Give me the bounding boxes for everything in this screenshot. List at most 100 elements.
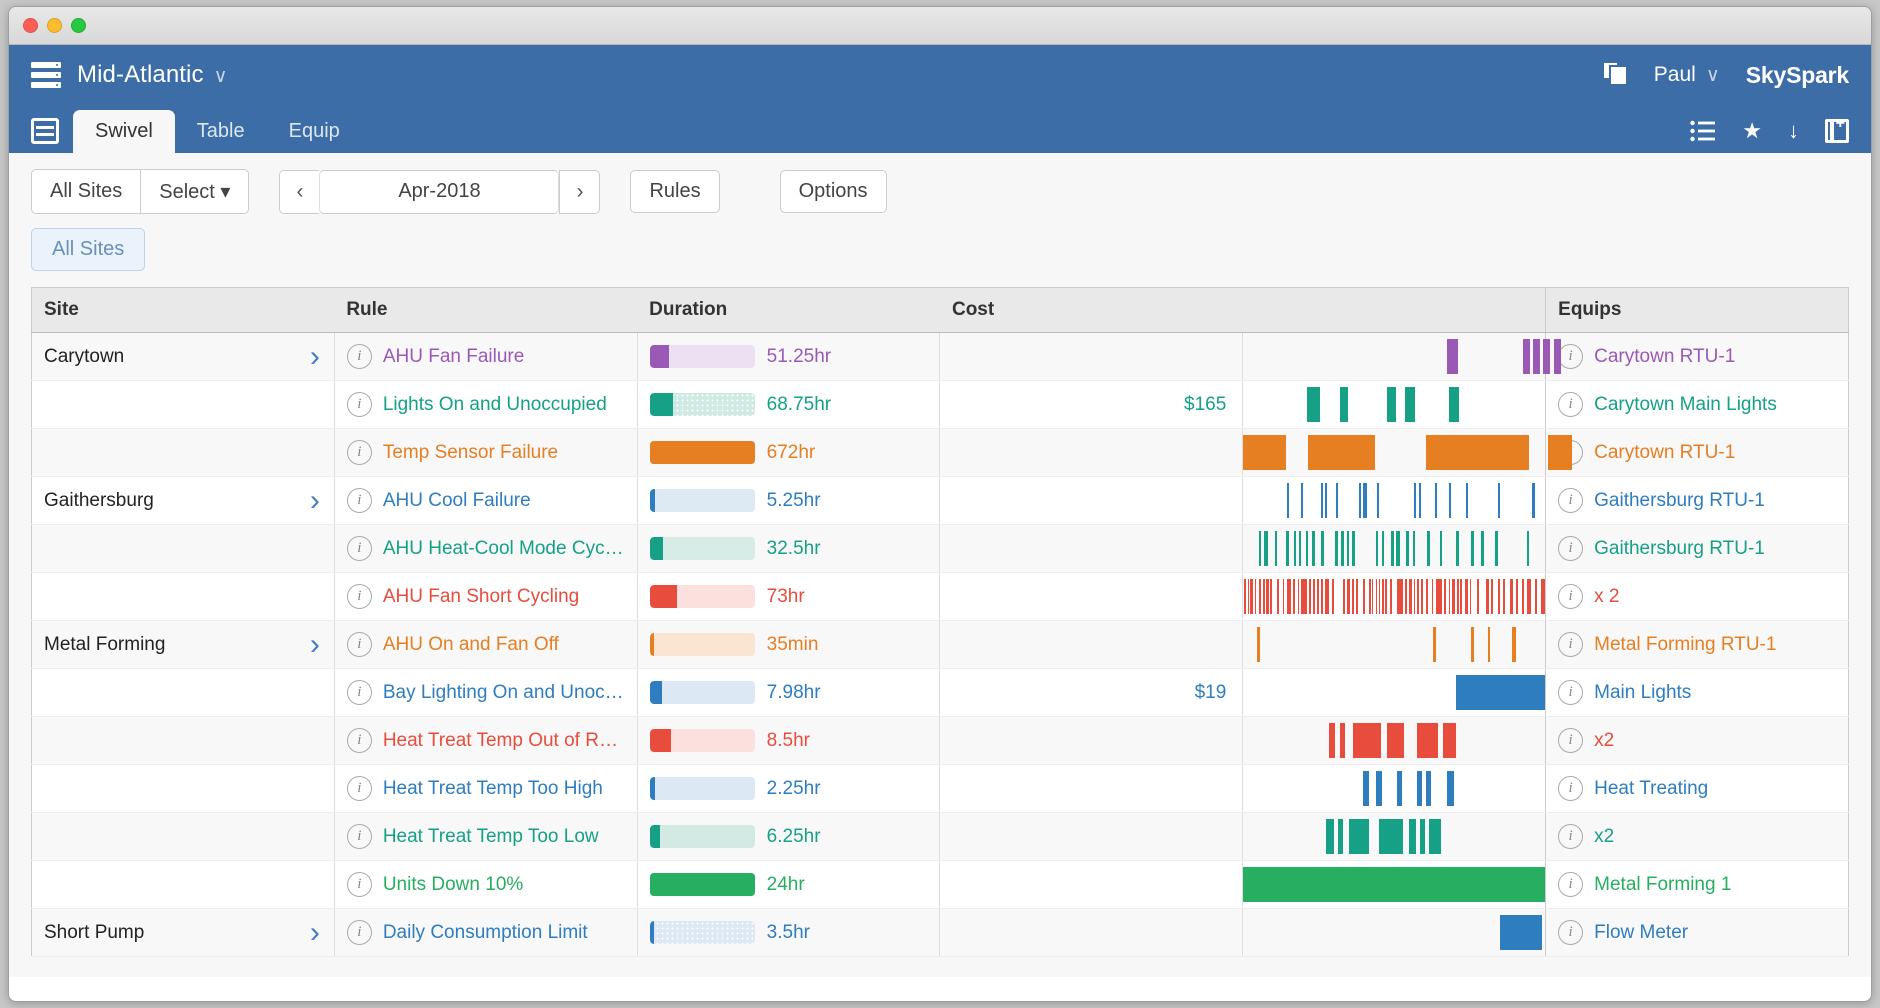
rule-link[interactable]: Units Down 10% <box>383 874 523 896</box>
info-icon[interactable]: i <box>1558 776 1583 801</box>
info-icon[interactable]: i <box>347 776 372 801</box>
info-icon[interactable]: i <box>347 392 372 417</box>
info-icon[interactable]: i <box>347 680 372 705</box>
rule-link[interactable]: Heat Treat Temp Out of Range <box>383 730 625 752</box>
timeline-mark <box>1420 819 1425 854</box>
equip-link[interactable]: x2 <box>1594 826 1614 848</box>
select-dropdown-button[interactable]: Select ▾ <box>140 169 249 214</box>
info-icon[interactable]: i <box>1558 920 1583 945</box>
info-icon[interactable]: i <box>347 824 372 849</box>
equip-link[interactable]: x2 <box>1594 730 1614 752</box>
info-icon[interactable]: i <box>1558 872 1583 897</box>
grid-view-icon[interactable] <box>31 118 59 144</box>
equip-link[interactable]: Carytown RTU-1 <box>1594 346 1735 368</box>
info-icon[interactable]: i <box>1558 344 1583 369</box>
info-icon[interactable]: i <box>347 872 372 897</box>
cell-timeline[interactable] <box>1243 909 1546 957</box>
info-icon[interactable]: i <box>347 488 372 513</box>
cell-timeline[interactable] <box>1243 621 1546 669</box>
equip-link[interactable]: x 2 <box>1594 586 1619 608</box>
rule-link[interactable]: AHU Heat-Cool Mode Cycling <box>383 538 625 560</box>
site-selector[interactable]: Mid-Atlantic∨ <box>77 61 228 89</box>
equip-link[interactable]: Gaithersburg RTU-1 <box>1594 490 1765 512</box>
star-icon[interactable]: ★ <box>1742 120 1762 142</box>
rule-link[interactable]: AHU Fan Short Cycling <box>383 586 579 608</box>
cell-site: Short Pump› <box>32 909 335 957</box>
tab-table[interactable]: Table <box>175 110 267 153</box>
equip-link[interactable]: Main Lights <box>1594 682 1691 704</box>
equip-link[interactable]: Gaithersburg RTU-1 <box>1594 538 1765 560</box>
column-header-equips[interactable]: Equips <box>1546 288 1849 333</box>
filter-chip-all-sites[interactable]: All Sites <box>31 228 145 271</box>
info-icon[interactable]: i <box>1558 392 1583 417</box>
next-period-button[interactable]: › <box>559 170 600 214</box>
equip-link[interactable]: Carytown Main Lights <box>1594 394 1777 416</box>
cell-timeline[interactable] <box>1243 669 1546 717</box>
column-header-duration[interactable]: Duration <box>637 288 940 333</box>
cell-timeline[interactable] <box>1243 573 1546 621</box>
info-icon[interactable]: i <box>347 920 372 945</box>
rule-link[interactable]: Heat Treat Temp Too Low <box>383 826 599 848</box>
cell-timeline[interactable] <box>1243 813 1546 861</box>
user-menu[interactable]: Paul∨ <box>1654 63 1720 87</box>
info-icon[interactable]: i <box>1558 680 1583 705</box>
rule-link[interactable]: AHU On and Fan Off <box>383 634 559 656</box>
cell-cost <box>940 813 1243 861</box>
rule-link[interactable]: AHU Cool Failure <box>383 490 531 512</box>
info-icon[interactable]: i <box>347 632 372 657</box>
cell-timeline[interactable] <box>1243 765 1546 813</box>
chevron-right-icon[interactable]: › <box>310 484 320 518</box>
info-icon[interactable]: i <box>347 584 372 609</box>
cell-timeline[interactable] <box>1243 477 1546 525</box>
info-icon[interactable]: i <box>1558 824 1583 849</box>
window-close-button[interactable] <box>23 18 38 33</box>
cell-timeline[interactable] <box>1243 861 1546 909</box>
window-minimize-button[interactable] <box>47 18 62 33</box>
chevron-right-icon[interactable]: › <box>310 340 320 374</box>
all-sites-button[interactable]: All Sites <box>31 169 140 214</box>
info-icon[interactable]: i <box>1558 728 1583 753</box>
cell-timeline[interactable] <box>1243 717 1546 765</box>
tab-equip[interactable]: Equip <box>267 110 362 153</box>
previous-period-button[interactable]: ‹ <box>279 170 319 214</box>
info-icon[interactable]: i <box>1558 584 1583 609</box>
download-icon[interactable]: ↓ <box>1788 120 1799 142</box>
chevron-right-icon[interactable]: › <box>310 628 320 662</box>
rule-link[interactable]: Lights On and Unoccupied <box>383 394 607 416</box>
cell-timeline[interactable] <box>1243 525 1546 573</box>
chevron-right-icon[interactable]: › <box>310 916 320 950</box>
equip-link[interactable]: Metal Forming 1 <box>1594 874 1731 896</box>
cell-timeline[interactable] <box>1243 381 1546 429</box>
rule-link[interactable]: AHU Fan Failure <box>383 346 525 368</box>
info-icon[interactable]: i <box>1558 632 1583 657</box>
equip-link[interactable]: Carytown RTU-1 <box>1594 442 1735 464</box>
cell-timeline[interactable] <box>1243 333 1546 381</box>
equip-link[interactable]: Metal Forming RTU-1 <box>1594 634 1776 656</box>
new-window-icon[interactable] <box>1825 119 1849 143</box>
rules-button[interactable]: Rules <box>630 170 719 213</box>
rule-link[interactable]: Daily Consumption Limit <box>383 922 588 944</box>
window-zoom-button[interactable] <box>71 18 86 33</box>
tab-swivel[interactable]: Swivel <box>73 110 175 153</box>
info-icon[interactable]: i <box>347 728 372 753</box>
cell-timeline[interactable] <box>1243 429 1546 477</box>
info-icon[interactable]: i <box>347 344 372 369</box>
copy-icon[interactable] <box>1604 63 1628 87</box>
column-header-cost[interactable]: Cost <box>940 288 1243 333</box>
info-icon[interactable]: i <box>347 536 372 561</box>
table-row: iHeat Treat Temp Too Low6.25hrix2 <box>32 813 1849 861</box>
rule-link[interactable]: Heat Treat Temp Too High <box>383 778 603 800</box>
list-icon[interactable] <box>1690 120 1716 142</box>
rule-link[interactable]: Temp Sensor Failure <box>383 442 558 464</box>
rule-link[interactable]: Bay Lighting On and Unoccupied <box>383 682 625 704</box>
info-icon[interactable]: i <box>1558 488 1583 513</box>
info-icon[interactable]: i <box>1558 536 1583 561</box>
equip-link[interactable]: Flow Meter <box>1594 922 1688 944</box>
equip-link[interactable]: Heat Treating <box>1594 778 1708 800</box>
info-icon[interactable]: i <box>347 440 372 465</box>
column-header-rule[interactable]: Rule <box>334 288 637 333</box>
date-range-value[interactable]: Apr-2018 <box>319 170 559 214</box>
timeline-mark <box>1414 579 1416 614</box>
options-button[interactable]: Options <box>780 170 887 213</box>
column-header-site[interactable]: Site <box>32 288 335 333</box>
